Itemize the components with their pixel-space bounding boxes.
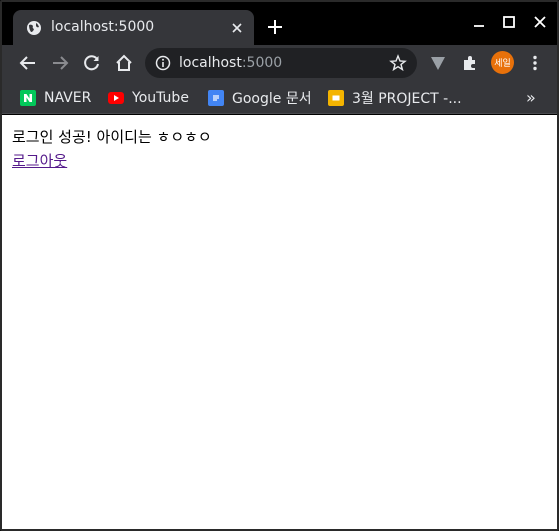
google-slides-icon: [328, 90, 344, 106]
site-info-icon[interactable]: [155, 55, 171, 71]
tab-title: localhost:5000: [51, 19, 155, 35]
home-icon[interactable]: [114, 53, 134, 73]
globe-icon: [26, 20, 42, 36]
bookmark-label: 3월 PROJECT -...: [352, 91, 462, 107]
page-content: 로그인 성공! 아이디는 ㅎㅇㅎㅇ 로그아웃: [12, 125, 212, 173]
bookmark-label: NAVER: [44, 90, 92, 106]
page-viewport: 로그인 성공! 아이디는 ㅎㅇㅎㅇ 로그아웃: [2, 115, 557, 529]
profile-avatar[interactable]: 세일: [491, 51, 514, 74]
address-bar[interactable]: localhost:5000: [145, 48, 417, 78]
login-success-message: 로그인 성공! 아이디는 ㅎㅇㅎㅇ: [12, 128, 212, 146]
extensions-icon[interactable]: [460, 53, 480, 73]
url-host: localhost: [179, 55, 242, 71]
bookmark-star-icon[interactable]: [389, 54, 407, 72]
back-icon[interactable]: [18, 53, 38, 73]
minimize-icon[interactable]: [471, 14, 487, 30]
bookmark-google-docs[interactable]: Google 문서: [208, 88, 312, 108]
naver-icon: [20, 90, 36, 106]
url-text: localhost:5000: [179, 55, 282, 71]
tab-strip: localhost:5000: [2, 2, 557, 45]
close-tab-icon[interactable]: [228, 19, 246, 37]
browser-window: localhost:5000 localhost:5000 세일 NAVER Y…: [0, 0, 559, 531]
bookmark-label: Google 문서: [232, 91, 312, 107]
close-window-icon[interactable]: [532, 14, 548, 30]
maximize-icon[interactable]: [501, 14, 517, 30]
google-docs-icon: [208, 90, 224, 106]
reload-icon[interactable]: [82, 53, 102, 73]
toolbar: localhost:5000 세일: [2, 45, 557, 81]
bookmark-label: YouTube: [132, 90, 189, 106]
vivaldi-extension-icon[interactable]: [428, 53, 448, 73]
forward-icon[interactable]: [50, 53, 70, 73]
tab-localhost[interactable]: localhost:5000: [13, 10, 254, 45]
logout-link[interactable]: 로그아웃: [12, 152, 67, 170]
bookmarks-bar: NAVER YouTube Google 문서 3월 PROJECT -... …: [2, 81, 557, 114]
menu-icon[interactable]: [525, 53, 545, 73]
bookmark-naver[interactable]: NAVER: [20, 88, 91, 108]
bookmark-youtube[interactable]: YouTube: [108, 88, 189, 108]
new-tab-icon[interactable]: [266, 18, 284, 36]
bookmark-project[interactable]: 3월 PROJECT -...: [328, 88, 462, 108]
url-port: :5000: [241, 55, 283, 71]
youtube-icon: [108, 92, 124, 104]
more-bookmarks-icon[interactable]: »: [526, 88, 536, 107]
